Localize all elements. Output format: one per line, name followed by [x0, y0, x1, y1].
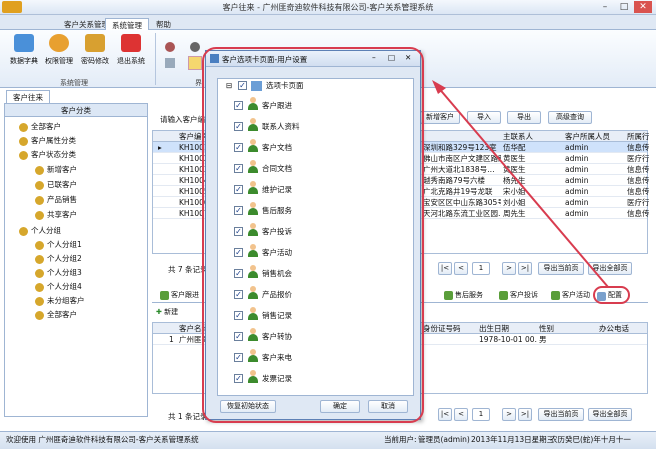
annotation-arrow [432, 80, 609, 288]
doc-tab[interactable]: 客户往来 [6, 90, 50, 103]
